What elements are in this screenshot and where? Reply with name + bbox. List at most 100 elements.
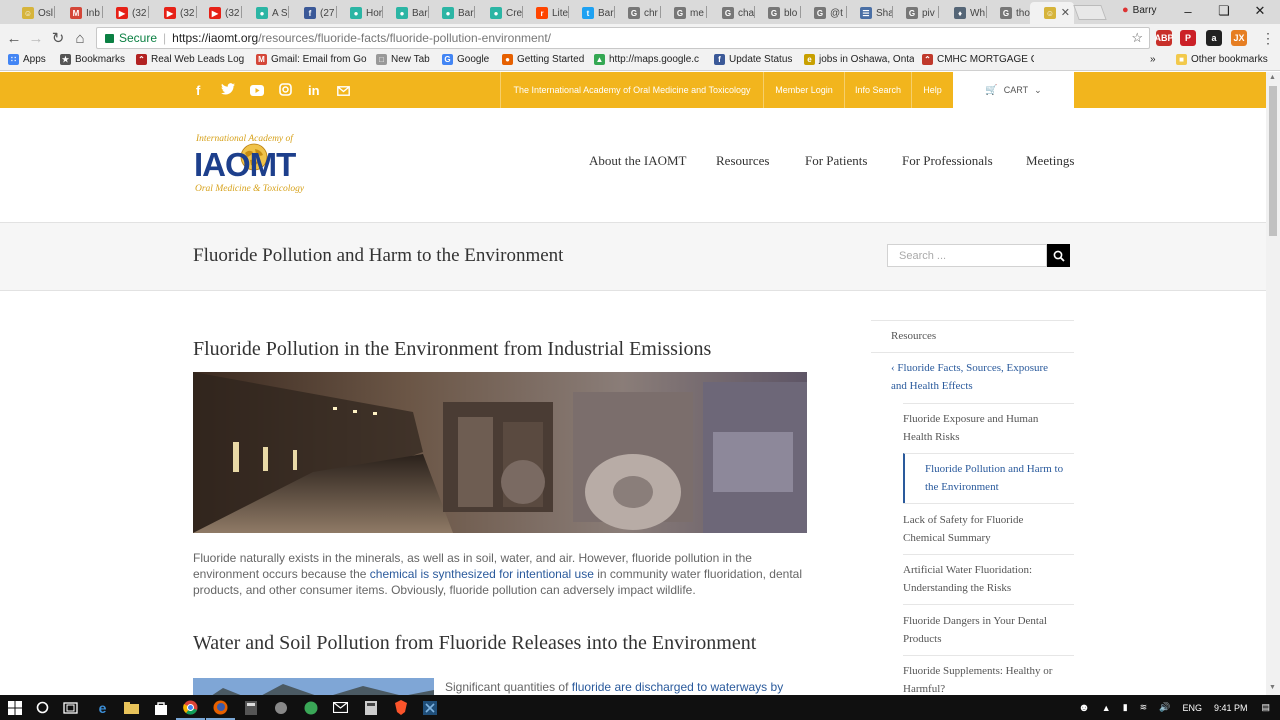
- app-blue-icon[interactable]: [421, 699, 438, 716]
- bookmark-item[interactable]: □ New Tab: [376, 54, 436, 65]
- iaomt-logo[interactable]: International Academy of IAOMT Oral Medi…: [194, 134, 320, 198]
- chrome-icon[interactable]: [176, 699, 205, 720]
- store-icon[interactable]: [152, 699, 169, 716]
- forward-arrow-icon[interactable]: →: [26, 28, 46, 48]
- browser-tab[interactable]: ▶ (32: [195, 2, 241, 24]
- sidebar-item-environment[interactable]: Fluoride Pollution and Harm to the Envir…: [903, 453, 1074, 503]
- calculator-2-icon[interactable]: [362, 699, 379, 716]
- bookmark-item[interactable]: ★ Bookmarks: [60, 54, 130, 65]
- calculator-icon[interactable]: [242, 699, 259, 716]
- notifications-icon[interactable]: ▤: [1261, 702, 1270, 713]
- member-login-link[interactable]: Member Login: [763, 72, 844, 108]
- browser-tab[interactable]: ● Bar: [428, 2, 474, 24]
- browser-tab[interactable]: G @t: [800, 2, 846, 24]
- new-tab-button[interactable]: [1073, 5, 1107, 20]
- browser-tab[interactable]: f (27: [290, 2, 336, 24]
- browser-tab[interactable]: ● Bar: [382, 2, 428, 24]
- sidebar-heading-resources[interactable]: Resources: [871, 320, 1074, 352]
- browser-tab[interactable]: Gchr: [614, 2, 660, 24]
- amazon-icon[interactable]: a: [1206, 30, 1222, 46]
- minimize-button[interactable]: –: [1170, 0, 1206, 22]
- browser-tab[interactable]: Gtho: [986, 2, 1032, 24]
- battery-icon[interactable]: ▮: [1123, 702, 1128, 713]
- reload-icon[interactable]: ↻: [48, 28, 68, 48]
- bookmark-item[interactable]: ∷ Apps: [8, 54, 54, 65]
- firefox-icon[interactable]: [206, 699, 235, 720]
- tray-overflow-icon[interactable]: ▲: [1102, 703, 1111, 713]
- cortana-search-icon[interactable]: [34, 699, 51, 716]
- home-icon[interactable]: ⌂: [70, 28, 90, 48]
- close-window-button[interactable]: ✕: [1242, 0, 1278, 22]
- facebook-icon[interactable]: f: [196, 83, 200, 98]
- cart-button[interactable]: 🛒 CART ⌄: [953, 72, 1074, 108]
- bookmark-star-icon[interactable]: ☆: [1131, 30, 1143, 46]
- twitter-icon[interactable]: [221, 83, 235, 98]
- browser-tab[interactable]: M Inb: [56, 2, 102, 24]
- browser-tab[interactable]: ● Cre: [476, 2, 522, 24]
- nav-about[interactable]: About the IAOMT: [589, 153, 687, 169]
- chemical-synthesized-link[interactable]: chemical is synthesized for intentional …: [370, 567, 594, 581]
- nav-for-professionals[interactable]: For Professionals: [902, 153, 993, 169]
- sidebar-item-water-fluoridation[interactable]: Artificial Water Fluoridation: Understan…: [903, 554, 1074, 604]
- back-arrow-icon[interactable]: ←: [4, 28, 24, 48]
- scroll-down-arrow-icon[interactable]: ▼: [1269, 684, 1276, 691]
- browser-tab[interactable]: t Bar: [568, 2, 614, 24]
- network-icon[interactable]: ≋: [1140, 702, 1148, 713]
- windows-start-icon[interactable]: [6, 699, 23, 716]
- browser-tab[interactable]: ▶ (32: [102, 2, 148, 24]
- search-button[interactable]: [1047, 244, 1070, 267]
- sidebar-item-human-health[interactable]: Fluoride Exposure and Human Health Risks: [903, 403, 1074, 453]
- bookmark-item[interactable]: ⌃ CMHC MORTGAGE C: [922, 54, 1034, 65]
- bookmark-item[interactable]: ▲ http://maps.google.c: [594, 54, 706, 65]
- app-icon[interactable]: [272, 699, 289, 716]
- adblock-icon[interactable]: ABP: [1155, 30, 1174, 46]
- scroll-up-arrow-icon[interactable]: ▲: [1269, 74, 1276, 81]
- jx-extension-icon[interactable]: JX: [1231, 30, 1247, 46]
- browser-tab[interactable]: r Lite: [522, 2, 568, 24]
- sidebar-parent-fluoride-facts[interactable]: ‹ Fluoride Facts, Sources, Exposure and …: [871, 352, 1074, 403]
- browser-tab[interactable]: ☰ Sha: [846, 2, 892, 24]
- nav-for-patients[interactable]: For Patients: [805, 153, 867, 169]
- browser-tab[interactable]: ● A S: [242, 2, 288, 24]
- linkedin-icon[interactable]: in: [308, 83, 320, 98]
- bookmark-item[interactable]: G Google: [442, 54, 496, 65]
- browser-tab[interactable]: Gpiv: [892, 2, 938, 24]
- browser-tab[interactable]: ● Hor: [336, 2, 382, 24]
- info-search-link[interactable]: Info Search: [844, 72, 911, 108]
- browser-tab[interactable]: Gme: [660, 2, 706, 24]
- mail-icon[interactable]: [332, 699, 349, 716]
- language-indicator[interactable]: ENG: [1182, 703, 1202, 713]
- sidebar-item-dental-products[interactable]: Fluoride Dangers in Your Dental Products: [903, 604, 1074, 655]
- restore-button[interactable]: ❏: [1206, 0, 1242, 22]
- topbar-link-academy[interactable]: The International Academy of Oral Medici…: [500, 72, 763, 108]
- bookmark-item[interactable]: e jobs in Oshawa, Onta: [804, 54, 914, 65]
- discharged-waterways-link[interactable]: fluoride are discharged to waterways by: [572, 680, 783, 694]
- sidebar-item-safety[interactable]: Lack of Safety for Fluoride Chemical Sum…: [903, 503, 1074, 554]
- volume-icon[interactable]: 🔊: [1159, 702, 1170, 713]
- bookmark-item[interactable]: ⌃ Real Web Leads Log: [136, 54, 248, 65]
- clock[interactable]: 9:41 PM: [1214, 703, 1248, 713]
- brave-icon[interactable]: [392, 699, 409, 716]
- email-icon[interactable]: [337, 84, 350, 99]
- edge-icon[interactable]: e: [94, 699, 111, 716]
- profile-button[interactable]: ● Barry: [1122, 4, 1157, 16]
- browser-tab[interactable]: Gblo: [754, 2, 800, 24]
- sidebar-item-supplements[interactable]: Fluoride Supplements: Healthy or Harmful…: [903, 655, 1074, 695]
- page-scrollbar[interactable]: ▲ ▼: [1266, 72, 1280, 695]
- bookmark-item[interactable]: ● Getting Started: [502, 54, 586, 65]
- youtube-icon[interactable]: [250, 84, 264, 99]
- app-green-icon[interactable]: [302, 699, 319, 716]
- browser-tab[interactable]: ♦ Wh: [940, 2, 986, 24]
- browser-tab[interactable]: ▶ (32: [150, 2, 196, 24]
- instagram-icon[interactable]: [279, 83, 292, 99]
- menu-icon[interactable]: ⋮: [1258, 28, 1278, 48]
- people-icon[interactable]: ☻: [1078, 702, 1090, 714]
- bookmark-item[interactable]: f Update Status: [714, 54, 798, 65]
- task-view-icon[interactable]: [62, 699, 79, 716]
- bookmark-item[interactable]: M Gmail: Email from Go: [256, 54, 368, 65]
- pinterest-icon[interactable]: P: [1180, 30, 1196, 46]
- search-input[interactable]: Search ...: [887, 244, 1047, 267]
- browser-tab[interactable]: Gcha: [708, 2, 754, 24]
- help-link[interactable]: Help: [911, 72, 953, 108]
- nav-meetings[interactable]: Meetings: [1026, 153, 1074, 169]
